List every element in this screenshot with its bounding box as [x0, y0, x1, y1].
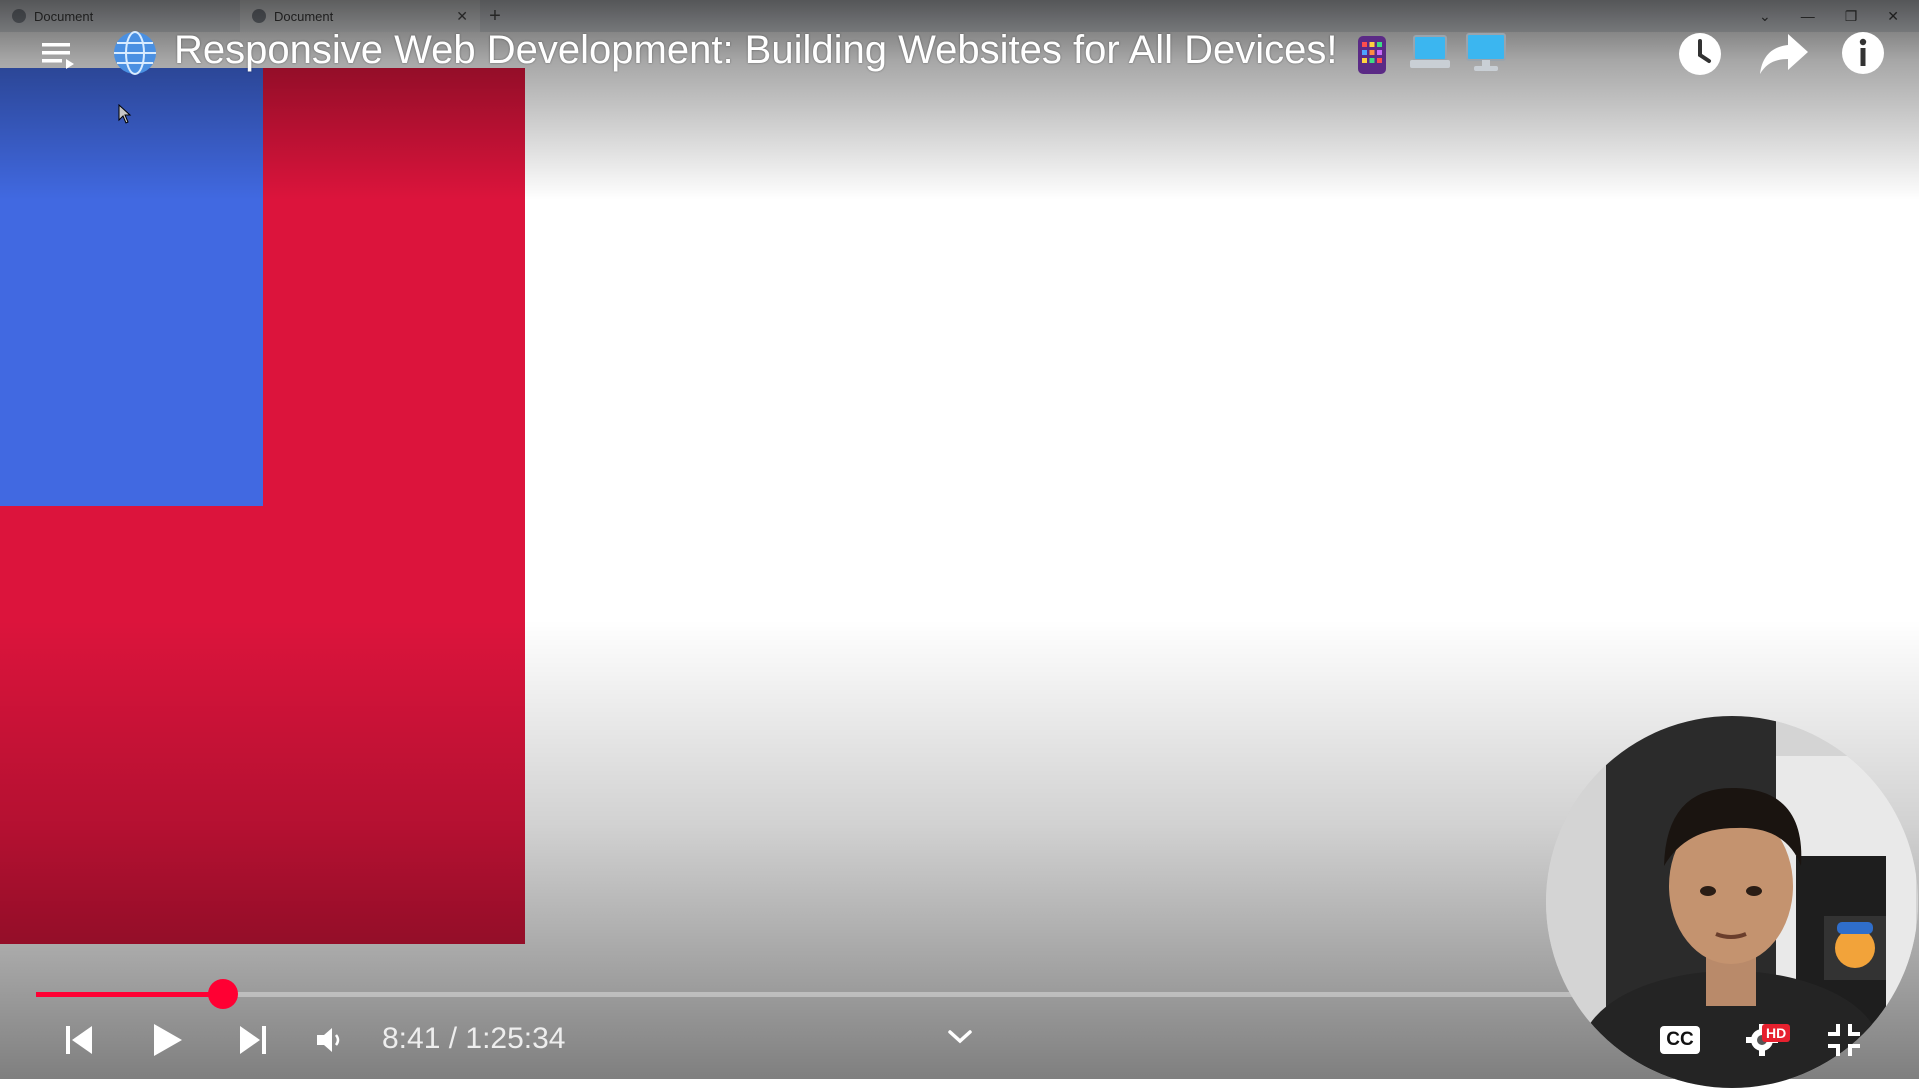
tab-globe-icon — [252, 9, 266, 23]
laptop-icon — [1410, 35, 1450, 68]
next-icon[interactable] — [236, 1022, 270, 1058]
video-title[interactable]: Responsive Web Development: Building Web… — [174, 28, 1338, 73]
time-display: 8:41 / 1:25:34 — [382, 1022, 566, 1055]
previous-icon[interactable] — [62, 1022, 96, 1058]
blue-box — [0, 68, 263, 506]
play-icon[interactable] — [150, 1020, 186, 1060]
webcam-overlay — [1546, 716, 1918, 1088]
progress-played — [36, 992, 224, 997]
tab-globe-icon — [12, 9, 26, 23]
globe-icon — [114, 31, 156, 75]
exit-fullscreen-icon[interactable] — [1826, 1022, 1862, 1058]
scrubber-handle[interactable] — [208, 979, 239, 1009]
mouse-cursor-icon — [118, 104, 132, 124]
watch-later-icon[interactable] — [1676, 30, 1728, 78]
chevron-down-icon[interactable] — [946, 1028, 974, 1046]
desktop-icon — [1466, 33, 1506, 71]
playlist-icon[interactable] — [40, 37, 76, 71]
presenter-image — [1546, 716, 1918, 1088]
captions-button[interactable]: CC — [1660, 1026, 1700, 1054]
video-title-bar: Responsive Web Development: Building Web… — [0, 22, 1919, 82]
info-icon[interactable] — [1840, 30, 1886, 76]
app-grid-icon — [1358, 36, 1386, 74]
volume-icon[interactable] — [314, 1024, 346, 1056]
share-icon[interactable] — [1758, 32, 1810, 76]
hd-badge: HD — [1762, 1024, 1791, 1042]
